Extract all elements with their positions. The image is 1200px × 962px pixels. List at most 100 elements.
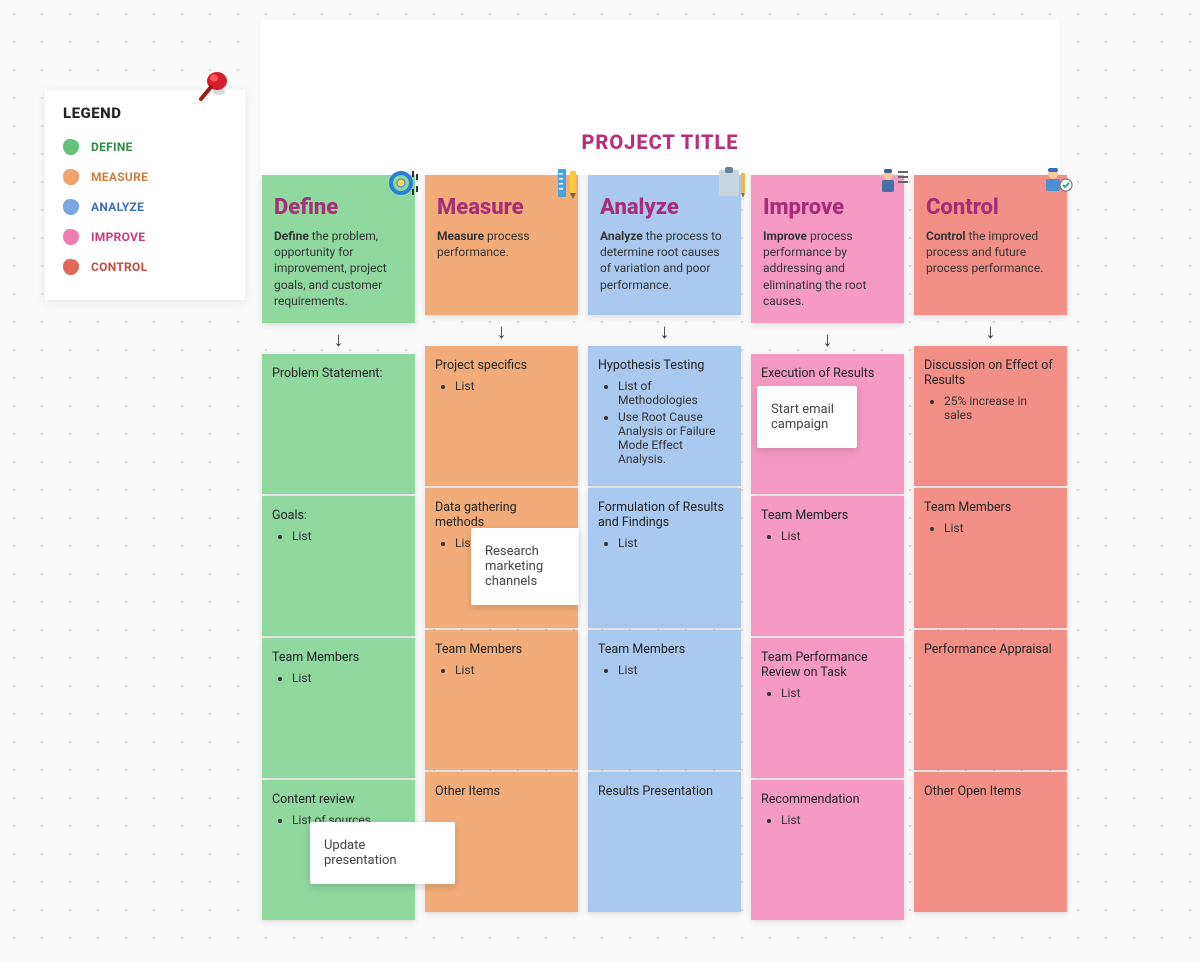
legend-swatch-icon — [63, 199, 79, 215]
card-title: Performance Appraisal — [924, 642, 1057, 657]
clipboard-icon — [713, 165, 749, 201]
card-formulation-results[interactable]: Formulation of Results and Findings List — [588, 488, 741, 628]
legend-swatch-icon — [63, 169, 79, 185]
column-title: Measure — [437, 195, 566, 220]
legend-item-analyze[interactable]: ANALYZE — [63, 192, 227, 222]
card-problem-statement[interactable]: Problem Statement: — [262, 354, 415, 494]
list-item: 25% increase in sales — [944, 394, 1057, 422]
column-title: Improve — [763, 195, 892, 220]
card-execution-results[interactable]: Execution of Results Start email campaig… — [751, 354, 904, 494]
list-item: List — [292, 671, 405, 685]
legend-item-measure[interactable]: MEASURE — [63, 162, 227, 192]
legend-label: IMPROVE — [91, 230, 145, 244]
column-analyze[interactable]: Analyze Analyze the process to determine… — [588, 175, 741, 922]
card-title: Formulation of Results and Findings — [598, 500, 731, 530]
card-title: Data gathering methods — [435, 500, 568, 530]
card-title: Team Members — [761, 508, 894, 523]
card-hypothesis-testing[interactable]: Hypothesis Testing List of Methodologies… — [588, 346, 741, 486]
arrow-down-icon: ↓ — [751, 323, 904, 354]
arrow-down-icon: ↓ — [262, 323, 415, 354]
column-description: Improve process performance by addressin… — [763, 228, 892, 309]
list-item: Use Root Cause Analysis or Failure Mode … — [618, 410, 731, 466]
legend-item-control[interactable]: CONTROL — [63, 252, 227, 282]
card-title: Team Members — [272, 650, 405, 665]
card-content-review[interactable]: Content review List of sources Update pr… — [262, 780, 415, 920]
card-title: Content review — [272, 792, 405, 807]
card-title: Goals: — [272, 508, 405, 523]
legend-swatch-icon — [63, 139, 79, 155]
card-title: Team Members — [598, 642, 731, 657]
legend-swatch-icon — [63, 259, 79, 275]
list-item: List — [292, 529, 405, 543]
column-header-improve[interactable]: Improve Improve process performance by a… — [751, 175, 904, 323]
legend-label: DEFINE — [91, 140, 133, 154]
legend-item-improve[interactable]: IMPROVE — [63, 222, 227, 252]
list-item: List — [455, 379, 568, 393]
legend-swatch-icon — [63, 229, 79, 245]
legend-label: CONTROL — [91, 260, 147, 274]
list-item: List — [618, 663, 731, 677]
column-description: Control the improved process and future … — [926, 228, 1055, 277]
column-title: Analyze — [600, 195, 729, 220]
list-item: List — [618, 536, 731, 550]
card-team-members[interactable]: Team Members List — [588, 630, 741, 770]
card-team-members[interactable]: Team Members List — [262, 638, 415, 778]
card-title: Hypothesis Testing — [598, 358, 731, 373]
sticky-note[interactable]: Start email campaign — [757, 386, 857, 448]
card-other-open-items[interactable]: Other Open Items — [914, 772, 1067, 912]
card-title: Team Members — [435, 642, 568, 657]
arrow-down-icon: ↓ — [914, 315, 1067, 346]
column-description: Analyze the process to determine root ca… — [600, 228, 729, 293]
card-title: Discussion on Effect of Results — [924, 358, 1057, 388]
column-define[interactable]: Define Define the problem, opportunity f… — [262, 175, 415, 922]
list-item: List of Methodologies — [618, 379, 731, 407]
project-title[interactable]: PROJECT TITLE — [260, 130, 1060, 154]
engineer-icon — [876, 165, 912, 201]
column-header-measure[interactable]: Measure Measure process performance. — [425, 175, 578, 315]
arrow-down-icon: ↓ — [425, 315, 578, 346]
card-project-specifics[interactable]: Project specifics List — [425, 346, 578, 486]
arrow-down-icon: ↓ — [588, 315, 741, 346]
card-title: Recommendation — [761, 792, 894, 807]
column-header-control[interactable]: Control Control the improved process and… — [914, 175, 1067, 315]
card-team-performance-review[interactable]: Team Performance Review on Task List — [751, 638, 904, 778]
column-description: Measure process performance. — [437, 228, 566, 260]
legend-panel[interactable]: LEGEND DEFINE MEASURE ANALYZE IMPROVE CO… — [45, 90, 245, 300]
card-title: Problem Statement: — [272, 366, 405, 381]
card-title: Other Items — [435, 784, 568, 799]
sticky-note[interactable]: Research marketing channels — [471, 528, 579, 605]
list-item: List — [781, 529, 894, 543]
card-title: Other Open Items — [924, 784, 1057, 799]
legend-label: MEASURE — [91, 170, 148, 184]
column-header-define[interactable]: Define Define the problem, opportunity f… — [262, 175, 415, 323]
operator-icon — [1039, 165, 1075, 201]
dmaic-board[interactable]: Define Define the problem, opportunity f… — [262, 175, 1067, 922]
list-item: List — [781, 686, 894, 700]
column-improve[interactable]: Improve Improve process performance by a… — [751, 175, 904, 922]
card-recommendation[interactable]: Recommendation List — [751, 780, 904, 920]
list-item: List — [944, 521, 1057, 535]
card-goals[interactable]: Goals: List — [262, 496, 415, 636]
card-title: Project specifics — [435, 358, 568, 373]
card-discussion-effect[interactable]: Discussion on Effect of Results 25% incr… — [914, 346, 1067, 486]
column-control[interactable]: Control Control the improved process and… — [914, 175, 1067, 922]
gear-icon — [387, 165, 423, 201]
column-header-analyze[interactable]: Analyze Analyze the process to determine… — [588, 175, 741, 315]
ruler-pencil-icon — [550, 165, 586, 201]
card-performance-appraisal[interactable]: Performance Appraisal — [914, 630, 1067, 770]
card-title: Team Performance Review on Task — [761, 650, 894, 680]
card-team-members[interactable]: Team Members List — [914, 488, 1067, 628]
legend-item-define[interactable]: DEFINE — [63, 132, 227, 162]
card-results-presentation[interactable]: Results Presentation — [588, 772, 741, 912]
column-measure[interactable]: Measure Measure process performance. ↓ P… — [425, 175, 578, 922]
list-item: List — [781, 813, 894, 827]
sticky-note[interactable]: Update presentation — [310, 822, 455, 884]
pushpin-icon — [195, 65, 235, 105]
legend-heading: LEGEND — [63, 104, 227, 122]
card-title: Execution of Results — [761, 366, 894, 381]
card-data-gathering[interactable]: Data gathering methods List Research mar… — [425, 488, 578, 628]
legend-label: ANALYZE — [91, 200, 144, 214]
card-team-members[interactable]: Team Members List — [425, 630, 578, 770]
column-description: Define the problem, opportunity for impr… — [274, 228, 403, 309]
card-team-members[interactable]: Team Members List — [751, 496, 904, 636]
